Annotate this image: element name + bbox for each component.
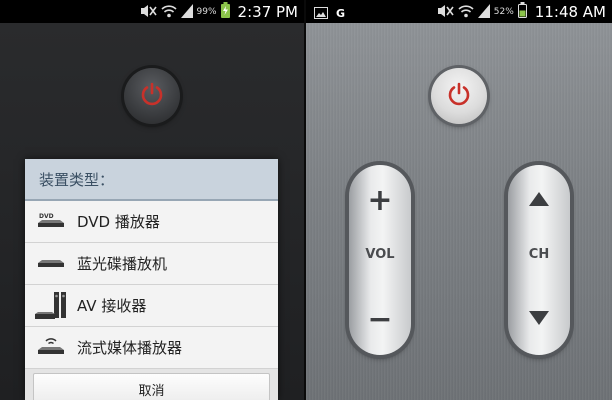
list-item-av-receiver[interactable]: AV 接收器 — [25, 285, 278, 327]
status-bar: 99% 2:37 PM — [0, 0, 304, 23]
wifi-icon — [160, 3, 177, 22]
power-button[interactable] — [124, 68, 180, 124]
volume-label: VOL — [365, 247, 395, 262]
list-item-label: AV 接收器 — [77, 297, 147, 315]
dialog-title: 装置类型： — [25, 159, 278, 201]
channel-rocker: CH — [508, 165, 570, 355]
wifi-icon — [458, 3, 474, 22]
bluray-player-icon — [25, 243, 77, 285]
av-receiver-icon — [25, 285, 77, 327]
carrier-badge: G — [336, 7, 346, 20]
volume-rocker: + VOL − — [349, 165, 411, 355]
streaming-player-icon — [25, 327, 77, 369]
power-icon — [446, 81, 472, 111]
signal-icon — [477, 3, 490, 22]
gallery-icon — [314, 4, 328, 23]
list-item-bluray-player[interactable]: 蓝光碟播放机 — [25, 243, 278, 285]
list-item-streaming-player[interactable]: 流式媒体播放器 — [25, 327, 278, 369]
volume-down-button[interactable]: − — [349, 292, 411, 347]
triangle-up-icon — [528, 191, 550, 211]
clock: 2:37 PM — [237, 3, 298, 21]
volume-up-button[interactable]: + — [349, 173, 411, 228]
triangle-down-icon — [528, 310, 550, 330]
plus-icon: + — [367, 182, 393, 218]
channel-down-button[interactable] — [508, 292, 570, 347]
battery-icon — [517, 2, 527, 22]
clock: 11:48 AM — [534, 3, 606, 21]
list-item-dvd-player[interactable]: DVD DVD 播放器 — [25, 201, 278, 243]
power-icon — [139, 81, 165, 111]
cancel-button[interactable]: 取消 — [33, 373, 270, 400]
power-button[interactable] — [431, 68, 487, 124]
status-bar: G 52% 11:48 AM — [306, 0, 612, 23]
right-screen: G 52% 11:48 AM + VOL − CH — [306, 0, 612, 400]
channel-up-button[interactable] — [508, 173, 570, 228]
mute-icon — [139, 3, 157, 22]
list-item-label: 蓝光碟播放机 — [77, 255, 168, 273]
battery-charging-icon — [220, 2, 230, 22]
battery-percent: 99% — [196, 7, 217, 17]
list-item-label: 流式媒体播放器 — [77, 339, 183, 357]
left-screen: 99% 2:37 PM 装置类型： DVD DVD 播放器 蓝光碟播放机 AV … — [0, 0, 304, 400]
device-type-dialog: 装置类型： DVD DVD 播放器 蓝光碟播放机 AV 接收器 流式媒体播放器 — [25, 159, 278, 400]
signal-icon — [180, 3, 193, 22]
minus-icon: − — [367, 301, 393, 337]
mute-icon — [436, 3, 454, 22]
battery-percent: 52% — [493, 7, 514, 17]
svg-text:DVD: DVD — [39, 213, 54, 220]
dialog-footer: 取消 — [25, 369, 278, 400]
channel-label: CH — [528, 247, 550, 262]
dvd-player-icon: DVD — [25, 201, 77, 243]
list-item-label: DVD 播放器 — [77, 213, 160, 231]
